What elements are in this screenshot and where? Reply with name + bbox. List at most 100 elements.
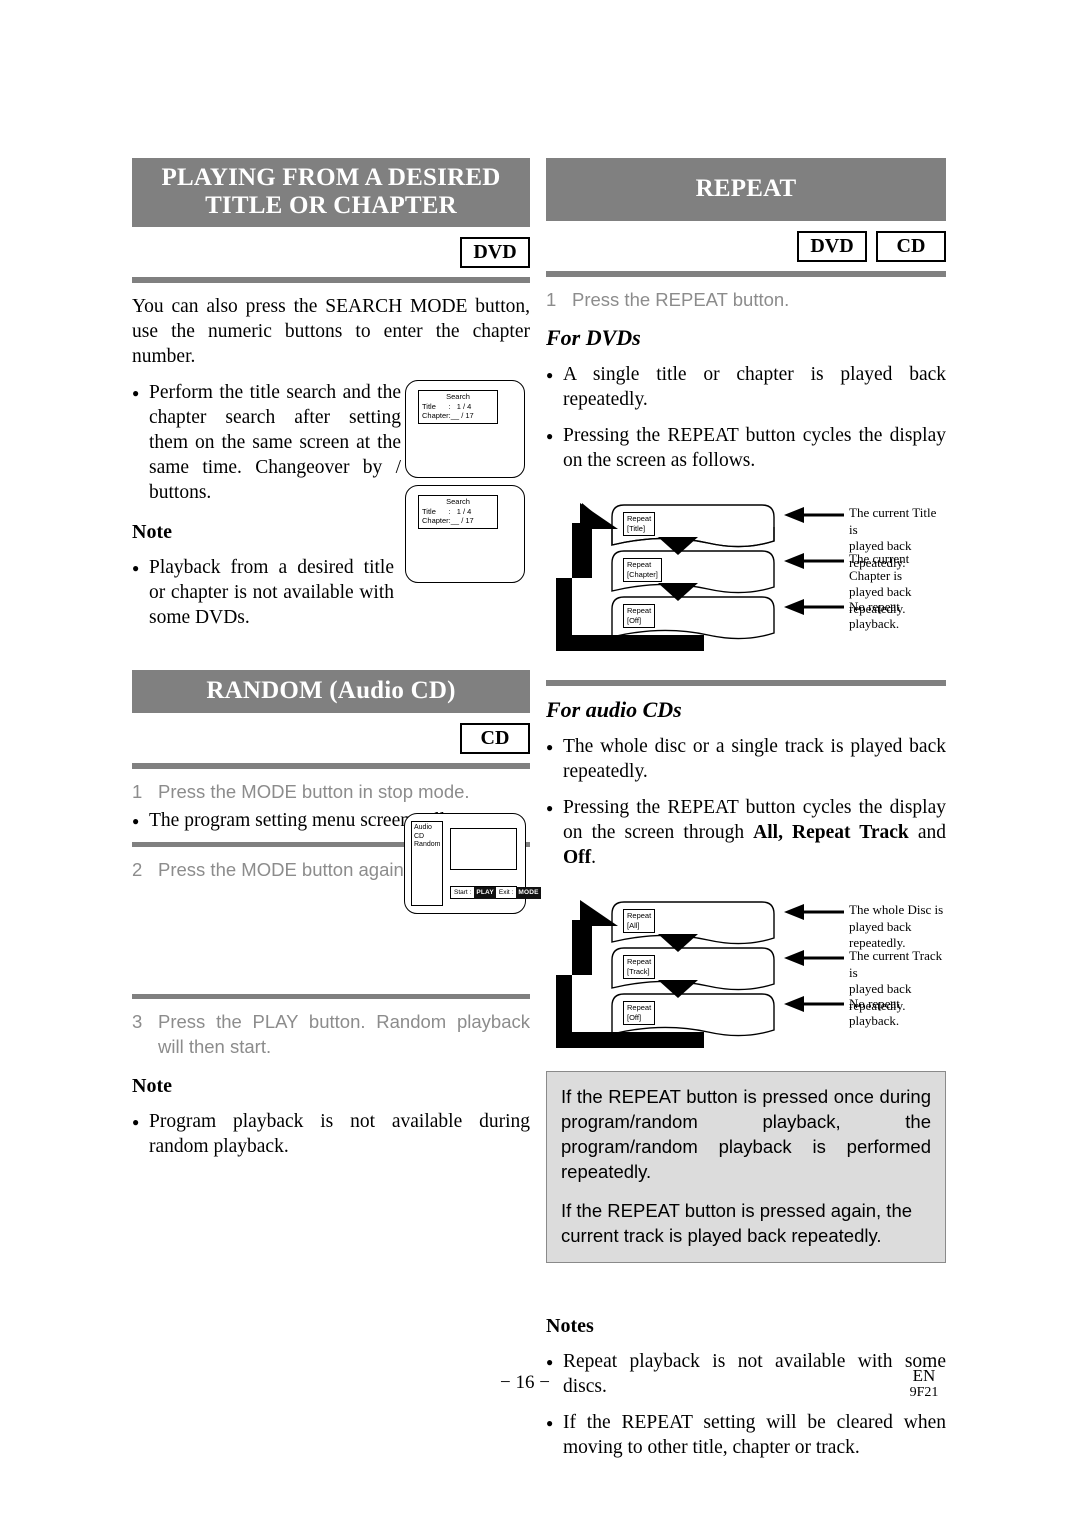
diagram-repeat-cycle-cd: Repeat [All] Repeat [Track] Repeat [Off]… xyxy=(546,880,946,1055)
bullet-dvd-cycles-display: Pressing the REPEAT button cycles the di… xyxy=(546,423,946,473)
osd-repeat-track: Repeat [Track] xyxy=(623,955,656,979)
notes-heading: Notes xyxy=(546,1315,594,1337)
callout-paragraph-1: If the REPEAT button is pressed once dur… xyxy=(561,1086,931,1182)
step-text: Press the REPEAT button. xyxy=(572,289,790,310)
bullet-text-part-3: . xyxy=(591,847,597,868)
note-bullet-program-unavailable: Program playback is not available during… xyxy=(132,1109,530,1159)
osd-repeat-title: Repeat [Title] xyxy=(623,512,656,536)
callout-paragraph-2: If the REPEAT button is pressed again, t… xyxy=(561,1200,913,1246)
osd-mode-name: Random xyxy=(414,841,441,848)
step-text: Press the PLAY button. Random playback w… xyxy=(158,1011,530,1057)
osd-line-2: [Track] xyxy=(627,966,650,976)
osd-random-key-guide: Start : PLAY Exit : MODE xyxy=(450,886,541,899)
subheading-for-dvds: For DVDs xyxy=(546,325,641,350)
disc-badge-cd: CD xyxy=(460,723,530,754)
callout-repeat-behavior: If the REPEAT button is pressed once dur… xyxy=(546,1071,946,1263)
disc-badge-dvd: DVD xyxy=(797,231,867,262)
section-rule-repeat xyxy=(546,271,946,277)
disc-badge-cd: CD xyxy=(876,231,946,262)
subheading-for-audio-cds: For audio CDs xyxy=(546,697,682,722)
label-line-1: The current Track is xyxy=(849,948,943,980)
step-number: 1 xyxy=(132,781,143,802)
osd-line-2: [Title] xyxy=(627,523,646,533)
footer-language-code: EN 9F21 xyxy=(902,1366,946,1401)
osd-random-side-panel: Audio CD Random xyxy=(411,821,443,906)
section-rule-2 xyxy=(132,763,530,769)
step-number: 2 xyxy=(132,859,143,880)
osd-line-chapter: Chapter:__ / 17 xyxy=(422,411,474,420)
disc-badge-dvd: DVD xyxy=(460,237,530,268)
osd-exit-key: MODE xyxy=(516,886,541,899)
label-line-1: No repeat playback. xyxy=(849,996,900,1028)
notes-bullet-2: If the REPEAT setting will be cleared wh… xyxy=(546,1410,946,1460)
notes-bullet-1: Repeat playback is not available with so… xyxy=(546,1349,946,1399)
osd-repeat-all: Repeat [All] xyxy=(623,909,656,933)
bullet-text-bold-1: All, Repeat Track xyxy=(753,822,909,843)
osd-random-main-panel xyxy=(450,828,517,870)
cycle-label-cd-all: The whole Disc is played back repeatedly… xyxy=(849,902,946,952)
bullet-cd-cycles-display: Pressing the REPEAT button cycles the di… xyxy=(546,795,946,870)
disc-badge-row-repeat: DVD CD xyxy=(546,231,946,262)
page-number: − 16 − xyxy=(500,1372,550,1393)
section-header-playing-from-title: PLAYING FROM A DESIRED TITLE OR CHAPTER xyxy=(132,158,530,227)
label-line-2: played back repeatedly. xyxy=(849,918,912,951)
label-line-1: The current Chapter is xyxy=(849,551,910,583)
osd-line-1: Repeat xyxy=(627,514,652,523)
bullet-perform-search: Perform the title search and the chapter… xyxy=(132,380,401,505)
section-title-line-2: TITLE OR CHAPTER xyxy=(205,192,457,219)
right-column: REPEAT DVD CD 1 Press the REPEAT button.… xyxy=(546,158,946,1460)
osd-repeat-off: Repeat [Off] xyxy=(623,604,656,628)
disc-badge-row-cd: CD xyxy=(132,723,530,754)
osd-line-chapter: Chapter:__ / 17 xyxy=(422,516,474,525)
osd-line-2: [Chapter] xyxy=(627,569,658,579)
section-title-line-1: PLAYING FROM A DESIRED xyxy=(161,164,501,191)
step-separator-2 xyxy=(132,994,530,999)
tv-screen-search-1: Search Title : 1 / 4 Chapter:__ / 17 xyxy=(405,380,525,478)
osd-disc-type: Audio CD xyxy=(414,824,432,840)
osd-line-title: Title : 1 / 4 xyxy=(422,401,472,411)
osd-start-label: Start : xyxy=(454,888,472,896)
intro-paragraph: You can also press the SEARCH MODE butto… xyxy=(132,296,530,367)
osd-line-1: Repeat xyxy=(627,957,652,966)
footer-doc-code: 9F21 xyxy=(909,1385,939,1400)
osd-line-title: Title : 1 / 4 xyxy=(422,506,472,516)
manual-page: PLAYING FROM A DESIRED TITLE OR CHAPTER … xyxy=(0,0,1080,1528)
bullet-text-bold-2: Off xyxy=(563,847,592,868)
tv-screen-search-2: Search Title : 1 / 4 Chapter:__ / 17 xyxy=(405,485,525,583)
step-1-repeat: 1 Press the REPEAT button. xyxy=(546,287,946,312)
label-line-1: The whole Disc is xyxy=(849,902,944,917)
bullet-dvd-single-title: A single title or chapter is played back… xyxy=(546,362,946,412)
osd-line-1: Repeat xyxy=(627,606,652,615)
disc-badge-row-dvd: DVD xyxy=(132,237,530,268)
osd-line-2: [Off] xyxy=(627,1012,642,1022)
footer-language: EN xyxy=(912,1366,936,1385)
section-rule xyxy=(132,277,530,283)
osd-search-box-2: Search Title : 1 / 4 Chapter:__ / 17 xyxy=(418,495,498,529)
osd-line-2: [All] xyxy=(627,920,640,930)
osd-title: Search xyxy=(446,392,470,401)
osd-line-2: [Off] xyxy=(627,615,642,625)
osd-line-1: Repeat xyxy=(627,560,652,569)
section-rule-audio-cds xyxy=(546,680,946,686)
step-number: 1 xyxy=(546,289,557,310)
tv-screen-random-setup: Audio CD Random Start : PLAY Exit : MODE xyxy=(404,813,541,914)
osd-line-1: Repeat xyxy=(627,1003,652,1012)
diagram-repeat-cycle-dvd: Repeat [Title] Repeat [Chapter] Repeat [… xyxy=(546,483,946,658)
step-3-random: 3 Press the PLAY button. Random playback… xyxy=(132,1009,530,1059)
step-text: Press the MODE button in stop mode. xyxy=(158,781,470,802)
cycle-label-dvd-off: No repeat playback. xyxy=(849,599,946,632)
cycle-label-cd-off: No repeat playback. xyxy=(849,996,946,1029)
osd-start-key: PLAY xyxy=(474,886,496,899)
bullet-cd-whole-disc: The whole disc or a single track is play… xyxy=(546,734,946,784)
osd-exit-label: Exit : xyxy=(498,888,514,896)
osd-repeat-off-cd: Repeat [Off] xyxy=(623,1001,656,1025)
label-line-1: The current Title is xyxy=(849,505,937,537)
osd-title: Search xyxy=(446,497,470,506)
step-number: 3 xyxy=(132,1011,143,1032)
step-1-random: 1 Press the MODE button in stop mode. xyxy=(132,779,530,804)
osd-line-1: Repeat xyxy=(627,911,652,920)
note-bullet-playback-unavailable: Playback from a desired title or chapter… xyxy=(132,555,394,630)
label-line-1: No repeat playback. xyxy=(849,599,900,631)
bullet-text-part-2: and xyxy=(908,822,946,843)
osd-search-box-1: Search Title : 1 / 4 Chapter:__ / 17 xyxy=(418,390,498,424)
